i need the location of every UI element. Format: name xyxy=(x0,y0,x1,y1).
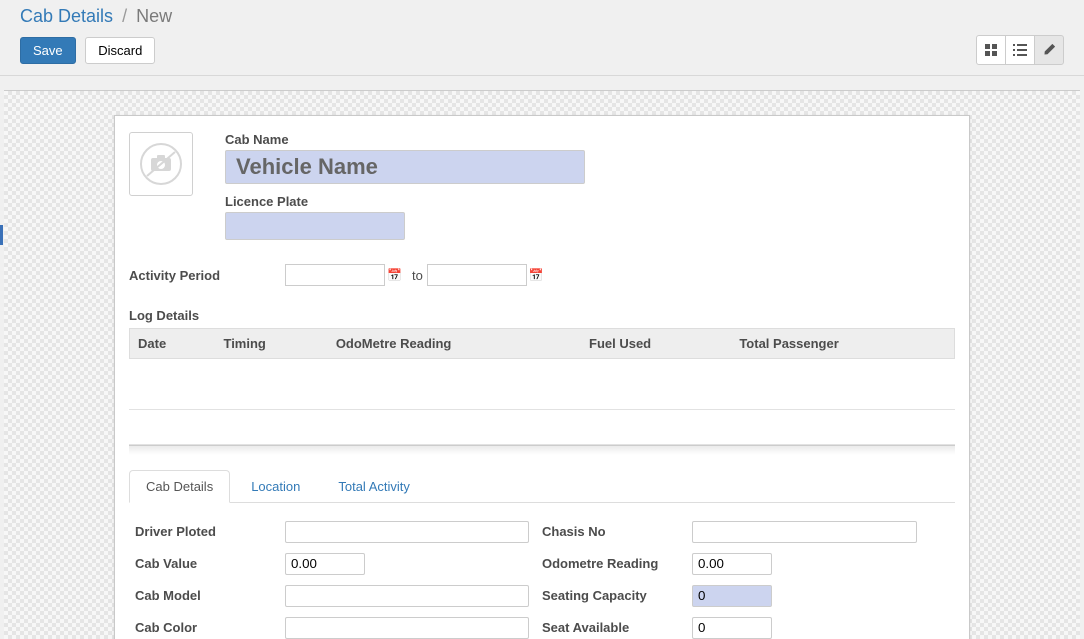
th-odo: OdoMetre Reading xyxy=(328,329,581,359)
log-table-empty[interactable] xyxy=(130,359,955,395)
cab-model-input[interactable] xyxy=(285,585,529,607)
details-left-column: Driver Ploted Cab Value Cab Model Cab Co… xyxy=(135,521,542,639)
licence-plate-block: Licence Plate xyxy=(225,194,585,240)
form-view-button[interactable] xyxy=(1034,35,1064,65)
cab-name-input[interactable] xyxy=(225,150,585,184)
to-label: to xyxy=(412,268,423,283)
th-timing: Timing xyxy=(215,329,327,359)
form-sheet: Cab Name Licence Plate Activity Period 📅… xyxy=(114,115,970,639)
th-pax: Total Passenger xyxy=(731,329,954,359)
calendar-icon-to[interactable]: 📅 xyxy=(529,268,544,282)
tabbar: Cab Details Location Total Activity xyxy=(129,469,955,503)
toolbar: Save Discard xyxy=(0,35,1084,76)
kanban-icon xyxy=(985,44,997,56)
tab-location[interactable]: Location xyxy=(234,470,317,503)
breadcrumb: Cab Details / New xyxy=(20,6,1064,35)
th-fuel: Fuel Used xyxy=(581,329,731,359)
form-workspace: Cab Name Licence Plate Activity Period 📅… xyxy=(4,90,1080,639)
toolbar-left: Save Discard xyxy=(20,37,161,64)
activity-period-from-input[interactable] xyxy=(285,264,385,286)
seating-capacity-label: Seating Capacity xyxy=(542,588,692,603)
page-header: Cab Details / New xyxy=(0,0,1084,35)
activity-period-row: Activity Period 📅 to 📅 xyxy=(129,264,955,286)
kanban-view-button[interactable] xyxy=(976,35,1006,65)
calendar-icon-from[interactable]: 📅 xyxy=(387,268,402,282)
left-accent-bar xyxy=(0,225,3,245)
vehicle-image-placeholder[interactable] xyxy=(129,132,193,196)
cab-color-input[interactable] xyxy=(285,617,529,639)
no-image-icon xyxy=(139,142,183,186)
seat-available-input[interactable] xyxy=(692,617,772,639)
chasis-no-label: Chasis No xyxy=(542,524,692,539)
odometre-reading-label: Odometre Reading xyxy=(542,556,692,571)
divider-1 xyxy=(129,409,955,410)
header-row: Cab Name Licence Plate xyxy=(129,132,955,240)
log-details-label: Log Details xyxy=(129,308,955,323)
th-date: Date xyxy=(130,329,216,359)
details-right-column: Chasis No Odometre Reading Seating Capac… xyxy=(542,521,949,639)
cab-color-label: Cab Color xyxy=(135,620,285,635)
licence-plate-input[interactable] xyxy=(225,212,405,240)
seating-capacity-input[interactable] xyxy=(692,585,772,607)
view-switcher xyxy=(976,35,1064,65)
tab-total-activity[interactable]: Total Activity xyxy=(321,470,427,503)
breadcrumb-current: New xyxy=(136,6,172,26)
driver-ploted-input[interactable] xyxy=(285,521,529,543)
cab-value-input[interactable] xyxy=(285,553,365,575)
breadcrumb-link-root[interactable]: Cab Details xyxy=(20,6,113,26)
driver-ploted-label: Driver Ploted xyxy=(135,524,285,539)
name-block: Cab Name Licence Plate xyxy=(225,132,585,240)
activity-period-label: Activity Period xyxy=(129,268,285,283)
cab-value-label: Cab Value xyxy=(135,556,285,571)
section-divider xyxy=(129,445,955,455)
chasis-no-input[interactable] xyxy=(692,521,917,543)
seat-available-label: Seat Available xyxy=(542,620,692,635)
cab-name-label: Cab Name xyxy=(225,132,585,147)
edit-icon xyxy=(1043,44,1055,56)
licence-plate-label: Licence Plate xyxy=(225,194,585,209)
discard-button[interactable]: Discard xyxy=(85,37,155,64)
list-view-button[interactable] xyxy=(1005,35,1035,65)
save-button[interactable]: Save xyxy=(20,37,76,64)
cab-model-label: Cab Model xyxy=(135,588,285,603)
list-icon xyxy=(1013,44,1027,56)
tab-cab-details[interactable]: Cab Details xyxy=(129,470,230,503)
odometre-reading-input[interactable] xyxy=(692,553,772,575)
tab-panel-cab-details: Driver Ploted Cab Value Cab Model Cab Co… xyxy=(129,503,955,639)
log-details-table: Date Timing OdoMetre Reading Fuel Used T… xyxy=(129,328,955,395)
activity-period-to-input[interactable] xyxy=(427,264,527,286)
breadcrumb-separator: / xyxy=(122,6,127,26)
